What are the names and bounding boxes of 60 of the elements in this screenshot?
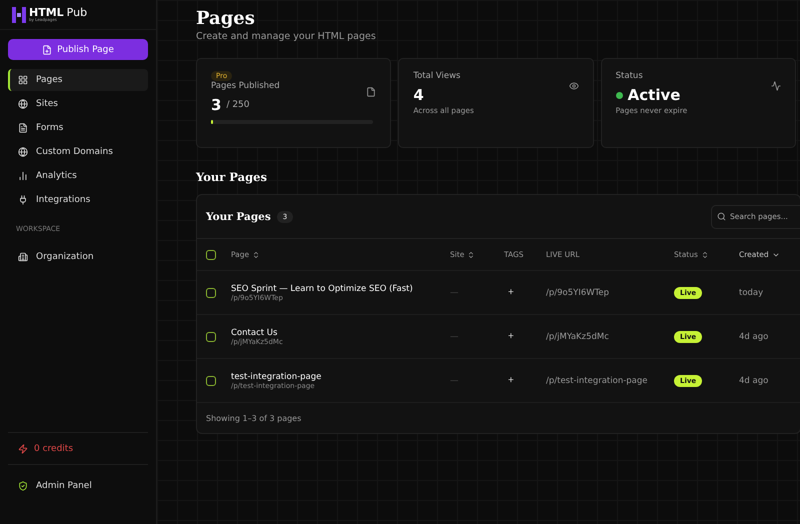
lightning-icon <box>18 444 28 454</box>
grid-icon <box>18 75 28 85</box>
checkbox[interactable] <box>206 288 216 298</box>
page-title-cell[interactable]: SEO Sprint — Learn to Optimize SEO (Fast) <box>231 284 450 294</box>
page-subtitle: Create and manage your HTML pages <box>196 31 377 42</box>
file-plus-icon <box>42 44 52 54</box>
site-cell-text: — <box>450 376 460 386</box>
site-cell-text: — <box>450 288 460 298</box>
url-cell[interactable]: /p/jMYaKz5dMc <box>546 332 674 342</box>
credits-link[interactable]: 0 credits <box>18 444 74 454</box>
nav-item[interactable]: Organization <box>8 246 148 268</box>
checkbox[interactable] <box>206 250 216 260</box>
stat-value: 3 <box>211 96 222 114</box>
nav-item[interactable]: Custom Domains <box>8 141 148 163</box>
building-icon <box>18 252 28 262</box>
add-tag-button[interactable]: + <box>508 287 514 298</box>
search-icon <box>717 212 726 220</box>
brand-name: HTML Pub <box>29 7 88 18</box>
nav-item[interactable]: Sites <box>8 93 148 115</box>
stat-value: 4 <box>413 86 424 104</box>
admin-panel-link[interactable]: Admin Panel <box>18 480 92 490</box>
nav-item[interactable]: Forms <box>8 117 148 139</box>
shield-icon <box>18 480 28 490</box>
site-cell-text: — <box>450 332 460 342</box>
table-title: Your Pages <box>206 210 271 222</box>
sort-icon <box>252 250 260 258</box>
page-title: Pages <box>196 8 256 29</box>
stat-label: Pages Published <box>211 81 281 91</box>
table-footer: Showing 1–3 of 3 pages <box>197 403 800 433</box>
nav-item[interactable]: Analytics <box>8 165 148 187</box>
url-cell[interactable]: /p/9o5YI6WTep <box>546 288 674 298</box>
add-tag-button[interactable]: + <box>508 331 514 342</box>
activity-icon <box>770 81 781 91</box>
globe-icon <box>18 147 28 157</box>
date-cell-text: 4d ago <box>739 332 770 342</box>
stat-label: Status <box>616 71 644 81</box>
nav-item[interactable]: Integrations <box>8 189 148 211</box>
stat-value: Active <box>628 86 680 104</box>
nav-item[interactable]: Pages <box>8 69 148 91</box>
section-title: Your Pages <box>196 170 268 184</box>
plug-icon <box>18 195 28 205</box>
document-icon <box>366 87 376 97</box>
add-tag-button[interactable]: + <box>508 375 514 386</box>
eye-icon <box>568 81 579 91</box>
logo-icon <box>12 6 26 22</box>
stat-label: Total Views <box>413 71 462 81</box>
page-title-cell[interactable]: Contact Us <box>231 328 450 338</box>
globe-icon <box>18 99 28 109</box>
url-cell[interactable]: /p/test-integration-page <box>546 376 674 386</box>
checkbox[interactable] <box>206 376 216 386</box>
publish-page-button[interactable]: Publish Page <box>8 39 148 60</box>
stat-limit: / 250 <box>226 100 250 110</box>
bar-chart-icon <box>18 171 28 181</box>
date-cell-text: today <box>739 288 764 298</box>
document-icon <box>18 123 28 133</box>
date-cell-text: 4d ago <box>739 376 770 386</box>
checkbox[interactable] <box>206 332 216 342</box>
sort-icon <box>700 250 709 258</box>
page-title-cell[interactable]: test-integration-page <box>231 372 450 382</box>
sort-icon <box>467 250 476 258</box>
